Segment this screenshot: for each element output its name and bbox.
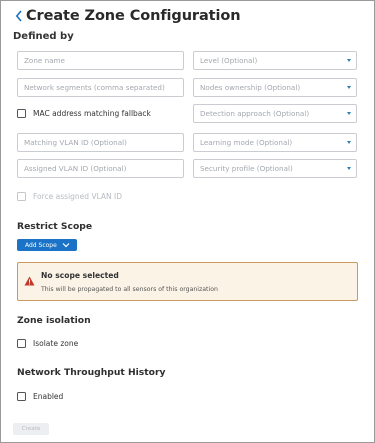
add-scope-label: Add Scope (25, 241, 57, 249)
nodes-ownership-placeholder: Nodes ownership (Optional) (200, 83, 301, 92)
throughput-enabled-row[interactable]: Enabled (17, 392, 63, 401)
throughput-history-title: Network Throughput History (17, 367, 166, 378)
matching-vlan-input[interactable] (24, 138, 183, 147)
network-segments-field[interactable] (17, 78, 184, 97)
assigned-vlan-field[interactable] (17, 159, 184, 178)
caret-down-icon (347, 86, 351, 89)
matching-vlan-field[interactable] (17, 133, 184, 152)
chevron-down-icon (62, 242, 70, 248)
defined-by-label: Defined by (13, 31, 74, 42)
back-chevron-icon[interactable] (13, 6, 25, 26)
no-scope-alert: No scope selected This will be propagate… (17, 262, 358, 301)
detection-approach-placeholder: Detection approach (Optional) (200, 109, 310, 118)
restrict-scope-title: Restrict Scope (17, 221, 93, 232)
isolate-zone-checkbox[interactable] (17, 339, 26, 348)
isolate-zone-label: Isolate zone (33, 339, 79, 348)
learning-mode-select[interactable]: Learning mode (Optional) (193, 133, 357, 152)
zone-config-panel: Create Zone Configuration Defined by Lev… (0, 0, 375, 443)
force-assigned-vlan-row: Force assigned VLAN ID (17, 192, 122, 201)
security-profile-select[interactable]: Security profile (Optional) (193, 159, 357, 178)
throughput-enabled-label: Enabled (33, 392, 64, 401)
security-profile-placeholder: Security profile (Optional) (200, 164, 293, 173)
caret-down-icon (347, 112, 351, 115)
caret-down-icon (347, 59, 351, 62)
caret-down-icon (347, 141, 351, 144)
nodes-ownership-select[interactable]: Nodes ownership (Optional) (193, 78, 357, 97)
alert-message: This will be propagated to all sensors o… (41, 286, 218, 293)
mac-fallback-checkbox[interactable] (17, 109, 26, 118)
isolate-zone-row[interactable]: Isolate zone (17, 339, 78, 348)
add-scope-button[interactable]: Add Scope (17, 239, 77, 251)
force-assigned-vlan-label: Force assigned VLAN ID (33, 192, 123, 201)
zone-name-input[interactable] (24, 56, 183, 65)
throughput-enabled-checkbox[interactable] (17, 392, 26, 401)
page-title: Create Zone Configuration (26, 8, 241, 24)
create-button[interactable]: Create (13, 423, 49, 435)
assigned-vlan-input[interactable] (24, 164, 183, 173)
mac-fallback-checkbox-row[interactable]: MAC address matching fallback (17, 109, 151, 118)
level-select[interactable]: Level (Optional) (193, 51, 357, 70)
caret-down-icon (347, 167, 351, 170)
network-segments-input[interactable] (24, 83, 183, 92)
alert-title: No scope selected (41, 271, 119, 280)
zone-isolation-title: Zone isolation (17, 315, 91, 326)
detection-approach-select[interactable]: Detection approach (Optional) (193, 104, 357, 123)
page-header: Create Zone Configuration (13, 5, 241, 27)
learning-mode-placeholder: Learning mode (Optional) (200, 138, 293, 147)
warning-icon (24, 271, 35, 286)
mac-fallback-label: MAC address matching fallback (33, 109, 151, 118)
zone-name-field[interactable] (17, 51, 184, 70)
force-assigned-vlan-checkbox (17, 192, 26, 201)
level-select-placeholder: Level (Optional) (200, 56, 258, 65)
